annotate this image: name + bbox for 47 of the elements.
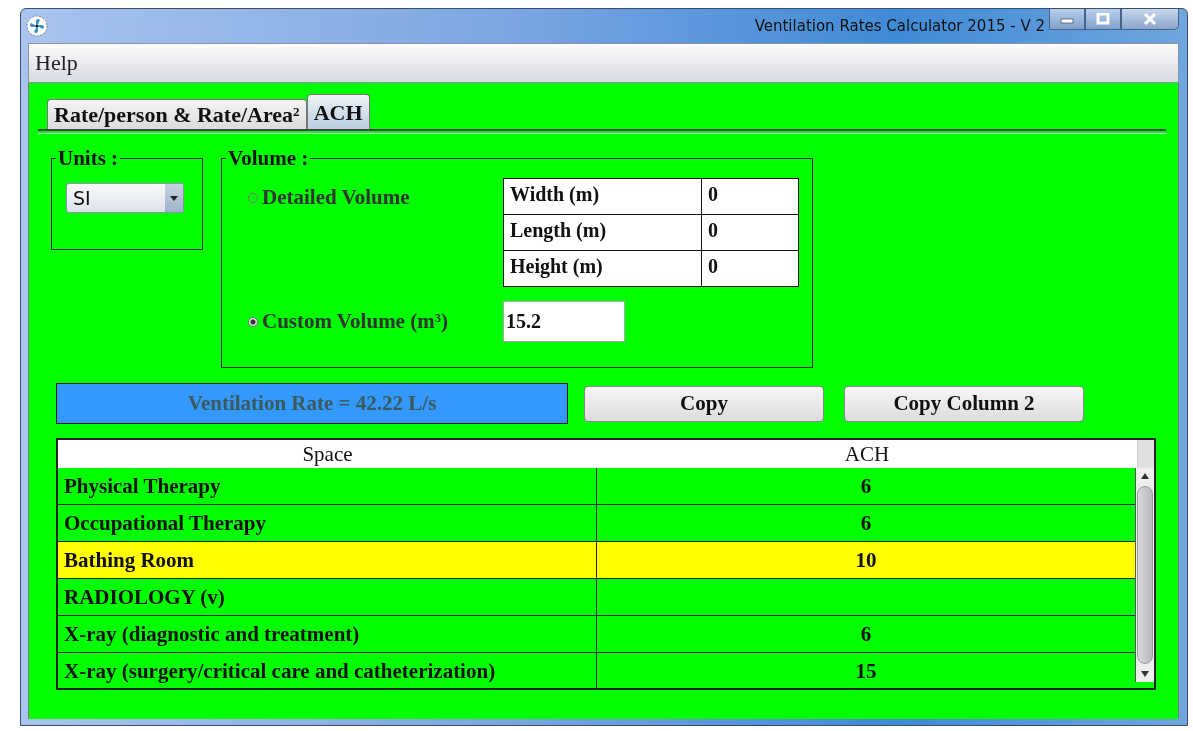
table-cell: X-ray (diagnostic and treatment) (58, 616, 597, 652)
menu-item[interactable]: Help (35, 50, 78, 76)
caret-icon (165, 184, 183, 212)
table-row[interactable]: Bathing Room 10 (58, 542, 1136, 579)
table-cell-text: 6 (859, 621, 873, 648)
table-row[interactable]: RADIOLOGY (v) (58, 579, 1136, 616)
fan-icon (26, 15, 48, 37)
tab[interactable]: ACH (306, 94, 370, 129)
radio-label[interactable]: Detailed Volume (262, 185, 410, 210)
table-cell-text: 6 (859, 510, 873, 537)
units-dropdown[interactable]: SI (66, 183, 184, 213)
radio-label[interactable]: Custom Volume (m$^{3}$) (262, 309, 448, 334)
table-cell: Bathing Room (58, 542, 597, 578)
table-cell-text: 10 (854, 547, 878, 574)
copy-button[interactable]: Copy Column 2 (844, 385, 1084, 422)
scroll-thumb[interactable] (1137, 486, 1153, 664)
table-row[interactable]: X-ray (diagnostic and treatment) 6 (58, 616, 1136, 653)
close-button[interactable] (1121, 9, 1179, 30)
radio-button[interactable] (248, 192, 258, 203)
radio-button[interactable] (248, 316, 258, 327)
table-cell: Occupational Therapy (58, 505, 597, 541)
table-cell: Length (m) (504, 215, 702, 251)
scrollbar[interactable] (1135, 468, 1154, 682)
table-cell-text: 15 (854, 658, 878, 685)
input-field[interactable]: 0 (702, 215, 798, 251)
result-bar: Ventilation Rate = 42.22 L/s (56, 383, 568, 424)
input-field[interactable]: 15.2 (503, 301, 625, 342)
input-field[interactable]: 0 (702, 179, 798, 215)
input-field[interactable]: 0 (702, 251, 798, 287)
tab[interactable]: Rate/person & Rate/Area$^{2}$ (47, 99, 307, 129)
scrollbar-corner (1137, 440, 1154, 468)
close-icon (1143, 13, 1157, 25)
table-cell: Width (m) (504, 179, 702, 215)
maximize-button[interactable] (1085, 9, 1121, 30)
table-cell: Physical Therapy (58, 468, 597, 504)
copy-button[interactable]: Copy (584, 385, 824, 422)
column-header[interactable]: ACH (597, 440, 1137, 468)
table-cell: RADIOLOGY (v) (58, 579, 597, 615)
table-cell-text: 6 (859, 473, 873, 500)
table-cell: Height (m) (504, 251, 702, 287)
table-cell: X-ray (surgery/critical care and catheterization) (58, 653, 597, 688)
table-row[interactable]: Physical Therapy 6 (58, 468, 1136, 505)
table-row[interactable]: Occupational Therapy 6 (58, 505, 1136, 542)
column-header[interactable]: Space (58, 440, 597, 468)
window-title: Ventilation Rates Calculator 2015 - V 2 (754, 17, 1045, 35)
maximize-icon (1096, 13, 1110, 25)
minimize-button[interactable] (1049, 9, 1085, 30)
